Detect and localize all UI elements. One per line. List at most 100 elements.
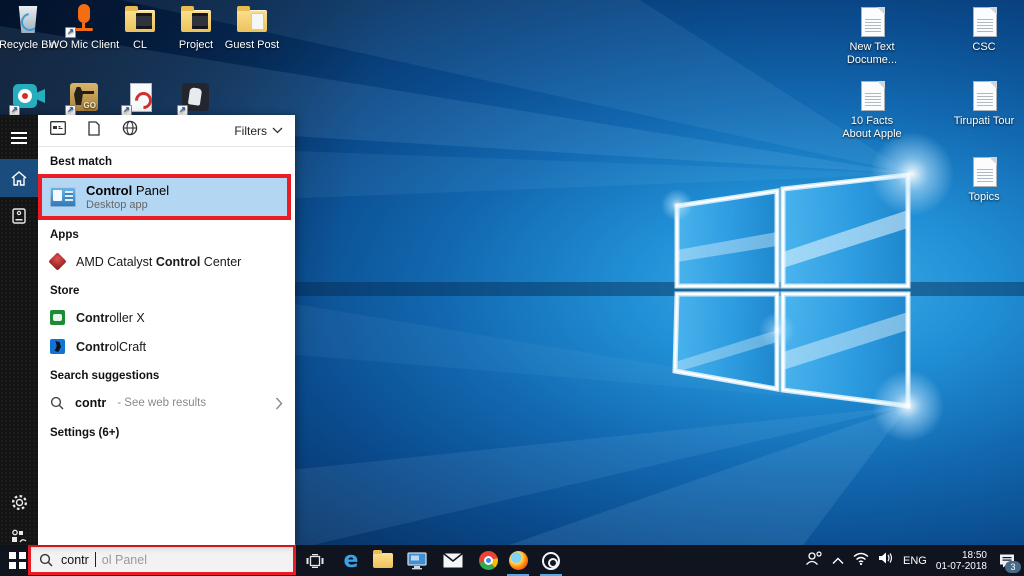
text-document-icon <box>973 157 997 187</box>
show-hidden-icons-button[interactable] <box>832 552 844 570</box>
hamburger-icon <box>11 132 27 144</box>
text-document-icon <box>973 7 997 37</box>
folder-icon <box>125 6 155 32</box>
language-indicator[interactable]: ENG <box>903 555 927 567</box>
apps-filter-icon <box>50 121 66 135</box>
search-notebook-button[interactable] <box>0 197 38 235</box>
taskbar-recorder-button[interactable] <box>536 545 566 576</box>
suggestion-contr[interactable]: contr - See web results <box>38 388 295 418</box>
search-flyout-rail <box>0 115 38 545</box>
desktop-icon-new-text-document[interactable]: New Text Docume... <box>834 6 910 66</box>
filter-documents-button[interactable] <box>88 120 100 141</box>
section-settings: Settings (6+) <box>50 427 120 439</box>
desktop-icon-label: 10 Facts About Apple <box>842 115 902 140</box>
people-button[interactable] <box>805 550 823 571</box>
shortcut-arrow-icon: ↗ <box>65 27 76 38</box>
search-filter-bar: Filters <box>38 115 295 146</box>
taskbar-chrome-button[interactable] <box>473 545 503 576</box>
amd-catalyst-icon <box>48 252 67 271</box>
screen-recorder-app-icon <box>542 551 560 570</box>
section-best-match: Best match <box>50 156 112 168</box>
result-controlcraft[interactable]: ControlCraft <box>38 332 295 361</box>
chrome-icon <box>478 551 498 570</box>
clock[interactable]: 18:50 01-07-2018 <box>936 550 987 572</box>
taskbar-search-box[interactable]: contr ol Panel <box>28 544 296 575</box>
text-caret <box>94 552 96 567</box>
desktop-icon-tirupati-tour[interactable]: Tirupati Tour <box>946 80 1022 128</box>
pdf-file-icon <box>130 83 152 112</box>
chevron-right-icon <box>275 397 283 409</box>
desktop-icon-guest-post[interactable]: Guest Post <box>214 4 290 52</box>
people-icon <box>806 551 822 565</box>
search-typed-text: contr <box>61 552 89 567</box>
desktop-icon-10-facts[interactable]: 10 Facts About Apple <box>834 80 910 140</box>
result-control-panel[interactable]: Control Panel Desktop app <box>42 178 287 216</box>
speaker-icon <box>879 552 893 564</box>
folder-icon <box>237 6 267 32</box>
task-view-button[interactable] <box>300 545 330 576</box>
folder-icon <box>181 6 211 32</box>
control-panel-icon <box>50 187 76 207</box>
section-apps: Apps <box>50 229 79 241</box>
taskbar-this-pc-button[interactable] <box>402 545 432 576</box>
globe-icon <box>122 120 138 136</box>
computer-icon <box>407 551 427 569</box>
gear-icon <box>11 494 27 510</box>
taskbar-file-explorer-button[interactable] <box>368 545 398 576</box>
search-icon <box>50 396 64 410</box>
search-home-button[interactable] <box>0 159 38 197</box>
action-center-button[interactable]: 3 <box>996 550 1021 573</box>
result-amd-catalyst[interactable]: AMD Catalyst Control Center <box>38 247 295 276</box>
volume-button[interactable] <box>878 551 894 570</box>
text-document-icon <box>861 81 885 111</box>
taskbar: contr ol Panel e ENG 18:50 01-07-2018 3 <box>0 544 1024 576</box>
search-settings-button[interactable] <box>0 483 38 521</box>
desktop-icon-label: Topics <box>968 191 1000 203</box>
hamburger-menu-button[interactable] <box>0 119 38 157</box>
search-icon <box>39 553 53 566</box>
result-subtitle: Desktop app <box>86 199 148 211</box>
section-search-suggestions: Search suggestions <box>50 370 160 382</box>
network-button[interactable] <box>853 552 869 570</box>
desktop-icon-label: Tirupati Tour <box>953 115 1015 127</box>
desktop-icon-game-shield[interactable]: ↗ <box>158 82 234 117</box>
mail-icon <box>443 553 463 568</box>
desktop-icon-csc[interactable]: CSC <box>946 6 1022 54</box>
controller-x-icon <box>50 310 65 325</box>
section-store: Store <box>50 285 80 297</box>
search-inline-completion: ol Panel <box>101 552 147 567</box>
recycle-bin-icon <box>18 6 38 33</box>
task-view-icon <box>306 553 324 568</box>
desktop-icon-label: Guest Post <box>224 39 280 51</box>
file-explorer-icon <box>373 550 393 568</box>
text-document-icon <box>973 81 997 111</box>
firefox-icon <box>508 551 528 570</box>
filter-apps-button[interactable] <box>50 121 66 140</box>
result-label: AMD Catalyst Control Center <box>76 254 242 269</box>
chevron-up-icon <box>832 557 844 564</box>
tray-time: 18:50 <box>961 549 987 561</box>
feedback-person-icon <box>12 529 27 543</box>
search-feedback-button[interactable] <box>0 517 38 555</box>
result-title: Control Panel <box>86 183 170 198</box>
desktop-icon-label: New Text Docume... <box>846 41 898 66</box>
wifi-icon <box>853 552 869 565</box>
taskbar-edge-button[interactable]: e <box>336 545 366 576</box>
taskbar-firefox-button[interactable] <box>503 545 533 576</box>
notification-badge: 3 <box>1005 560 1021 573</box>
filters-dropdown[interactable]: Filters <box>234 124 283 138</box>
filter-web-button[interactable] <box>122 120 138 141</box>
desktop-icon-label: CSC <box>972 41 996 53</box>
chevron-down-icon <box>272 127 283 134</box>
windows-desktop-screen: Recycle Bin ↗ WO Mic Client CL Project G… <box>0 0 1024 576</box>
taskbar-mail-button[interactable] <box>438 545 468 576</box>
result-controller-x[interactable]: Controller X <box>38 303 295 332</box>
result-label: Controller X <box>76 310 145 325</box>
start-search-flyout: Filters Best match Control Panel Desktop… <box>0 115 295 545</box>
result-label: ControlCraft <box>76 339 147 354</box>
notebook-icon <box>12 208 26 224</box>
desktop-icon-topics[interactable]: Topics <box>946 156 1022 204</box>
system-tray: ENG 18:50 01-07-2018 3 <box>805 545 1024 576</box>
text-document-icon <box>861 7 885 37</box>
edge-browser-icon: e <box>343 547 359 573</box>
